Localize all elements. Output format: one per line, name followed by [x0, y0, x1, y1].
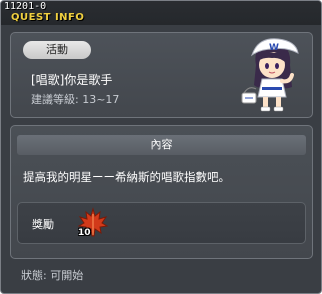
quest-status: 狀態: 可開始: [21, 269, 84, 282]
window-title: QUEST INFO: [11, 12, 85, 23]
quest-name: [唱歌]你是歌手: [31, 73, 113, 87]
quest-description: 提高我的明星ーー希納斯的唱歌指數吧。: [23, 170, 230, 184]
window-header[interactable]: 11201-0 QUEST INFO: [1, 1, 321, 25]
svg-text:W: W: [269, 43, 279, 53]
quest-recommended-level: 建議等級: 13~17: [31, 93, 120, 106]
content-header: 內容: [17, 135, 306, 155]
reward-item-slot[interactable]: 10: [76, 206, 110, 240]
reward-box: 獎勵 10: [17, 202, 306, 244]
quest-category-badge: 活動: [23, 41, 91, 59]
window-id: 11201-0: [4, 1, 47, 12]
quest-summary-panel: 活動 [唱歌]你是歌手 建議等級: 13~17 W: [10, 32, 313, 118]
reward-label: 獎勵: [32, 218, 54, 231]
quest-info-window: 11201-0 QUEST INFO 活動 [唱歌]你是歌手 建議等級: 13~…: [0, 0, 322, 294]
quest-content-panel: 內容 提高我的明星ーー希納斯的唱歌指數吧。 獎勵 10: [10, 125, 313, 259]
reward-quantity: 10: [78, 228, 91, 238]
npc-portrait: W: [241, 38, 299, 112]
